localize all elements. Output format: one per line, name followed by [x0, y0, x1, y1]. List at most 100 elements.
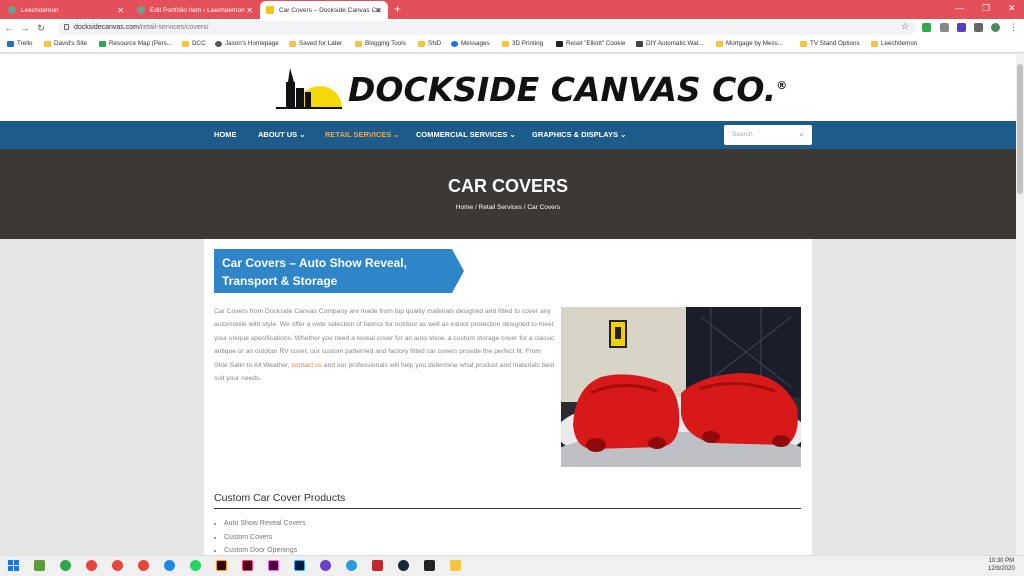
bookmarks-bar: Trello David's Site Resource Map (Pers..… [0, 37, 1024, 53]
taskbar-clock[interactable]: 10:30 PM 12/9/2020 [988, 557, 1015, 573]
windows-taskbar [0, 555, 1024, 576]
bookmark-item[interactable]: DIY Automatic Wat... [636, 40, 704, 47]
bookmark-item[interactable]: Messages [451, 40, 490, 47]
camera-icon[interactable] [940, 23, 949, 32]
app-icon[interactable] [346, 560, 357, 571]
close-window-icon[interactable]: ✕ [1008, 3, 1016, 14]
lock-icon [64, 24, 69, 30]
nav-commercial-services[interactable]: COMMERCIAL SERVICES ⌄ [416, 130, 516, 139]
folder-icon [800, 40, 807, 47]
chrome-icon[interactable] [112, 560, 123, 571]
bookmark-item[interactable]: Jason's Homepage [215, 40, 279, 47]
bookmark-item[interactable]: TV Stand Options [800, 40, 860, 47]
bookmark-item[interactable]: Trello [7, 40, 33, 47]
menu-kebab-icon[interactable]: ⋮ [1009, 22, 1018, 33]
indesign-icon[interactable] [242, 560, 253, 571]
dockside-favicon-icon [266, 6, 274, 14]
folder-icon [355, 40, 362, 47]
bookmark-item[interactable]: DCC [182, 40, 206, 47]
folder-icon [502, 40, 509, 47]
extension-icon[interactable] [957, 23, 966, 32]
site-logo[interactable]: DOCKSIDE CANVAS CO.® [276, 66, 787, 112]
forward-icon[interactable]: → [18, 23, 32, 33]
github-icon[interactable] [320, 560, 331, 571]
globe-icon [215, 40, 222, 47]
nav-graphics-displays[interactable]: GRAPHICS & DISPLAYS ⌄ [532, 130, 626, 139]
chevron-down-icon: ⌄ [299, 130, 306, 139]
app-icon[interactable] [164, 560, 175, 571]
nav-about-us[interactable]: ABOUT US ⌄ [258, 130, 306, 139]
new-tab-button[interactable]: + [394, 2, 401, 16]
address-bar[interactable]: docksidecanvas.com/retail-services/cover… [58, 21, 916, 35]
sheet-icon [99, 40, 106, 47]
chevron-down-icon: ⌄ [620, 130, 627, 139]
app-icon[interactable] [34, 560, 45, 571]
bookmark-item[interactable]: Reset "Elliott" Cookie [556, 40, 625, 47]
search-input[interactable]: Search ⌕ [724, 125, 812, 145]
close-tab-icon[interactable]: ✕ [117, 6, 124, 15]
bookmark-star-icon[interactable]: ☆ [901, 21, 909, 32]
illustrator-icon[interactable] [216, 560, 227, 571]
tab-leechdemon[interactable]: Leechdemon ✕ [2, 1, 130, 19]
folder-icon [716, 40, 723, 47]
bookmark-icon [636, 40, 643, 47]
file-explorer-icon[interactable] [450, 560, 461, 571]
lighthouse-sun-icon [276, 68, 342, 109]
folder-icon [182, 40, 189, 47]
breadcrumb[interactable]: Home / Retail Services / Car Covers [0, 204, 1016, 211]
bookmark-item[interactable]: SND [418, 40, 441, 47]
bookmark-item[interactable]: Saved for Later [289, 40, 342, 47]
minimize-icon[interactable]: — [955, 3, 964, 13]
nav-home[interactable]: HOME [214, 130, 237, 139]
bookmark-item[interactable]: Blogging Tools [355, 40, 406, 47]
amazon-icon [556, 40, 563, 47]
dreamweaver-icon[interactable] [268, 560, 279, 571]
chrome-icon[interactable] [86, 560, 97, 571]
extensions-puzzle-icon[interactable] [974, 23, 983, 32]
products-heading: Custom Car Cover Products [214, 492, 801, 509]
products-list: Auto Show Reveal Covers Custom Covers Cu… [224, 517, 306, 558]
restore-icon[interactable]: ❐ [982, 3, 990, 14]
folder-icon [871, 40, 878, 47]
wordpress-favicon-icon [137, 6, 145, 14]
extension-icon[interactable] [922, 23, 931, 32]
tab-edit-portfolio[interactable]: Edit Portfolio Item ‹ Leechdemon ✕ [131, 1, 259, 19]
nav-retail-services[interactable]: RETAIL SERVICES ⌄ [325, 130, 400, 139]
leechdemon-favicon-icon [8, 6, 16, 14]
windows-start-icon[interactable] [8, 560, 19, 571]
chrome-icon[interactable] [138, 560, 149, 571]
list-item[interactable]: Auto Show Reveal Covers [224, 517, 306, 531]
reload-icon[interactable]: ↻ [34, 23, 48, 34]
steam-icon[interactable] [398, 560, 409, 571]
page-title: CAR COVERS [447, 176, 568, 196]
tab-car-covers[interactable]: Car Covers – Dockside Canvas Co ✕ [260, 1, 388, 19]
close-tab-icon[interactable]: ✕ [246, 6, 253, 15]
app-icon[interactable] [424, 560, 435, 571]
messages-icon [451, 40, 458, 47]
bookmark-item[interactable]: David's Site [44, 40, 87, 47]
bookmark-item[interactable]: Leechdemon [871, 40, 917, 47]
section-heading: Car Covers – Auto Show Reveal, Transport… [222, 256, 407, 288]
bookmark-item[interactable]: 3D Printing [502, 40, 543, 47]
close-tab-icon[interactable]: ✕ [375, 6, 382, 15]
search-icon[interactable]: ⌕ [800, 125, 804, 145]
filezilla-icon[interactable] [372, 560, 383, 571]
bookmark-item[interactable]: Resource Map (Pers... [99, 40, 172, 47]
photoshop-icon[interactable] [294, 560, 305, 571]
messages-app-icon[interactable] [60, 560, 71, 571]
chevron-down-icon: ⌄ [393, 130, 400, 139]
list-item[interactable]: Custom Covers [224, 531, 306, 545]
folder-icon [418, 40, 425, 47]
back-icon[interactable]: ← [2, 23, 16, 33]
bookmark-item[interactable]: Mortgage by Mess... [716, 40, 783, 47]
contact-us-link[interactable]: contact us [292, 362, 322, 369]
folder-icon [289, 40, 296, 47]
profile-avatar-icon[interactable] [991, 23, 1000, 32]
whatsapp-icon[interactable] [190, 560, 201, 571]
logo-wordmark: DOCKSIDE CANVAS CO.® [348, 69, 788, 109]
folder-icon [44, 40, 51, 47]
trello-icon [7, 40, 14, 47]
scrollbar-thumb[interactable] [1017, 64, 1023, 194]
intro-paragraph: Car Covers from Dockside Canvas Company … [214, 308, 555, 383]
chevron-down-icon: ⌄ [509, 130, 516, 139]
